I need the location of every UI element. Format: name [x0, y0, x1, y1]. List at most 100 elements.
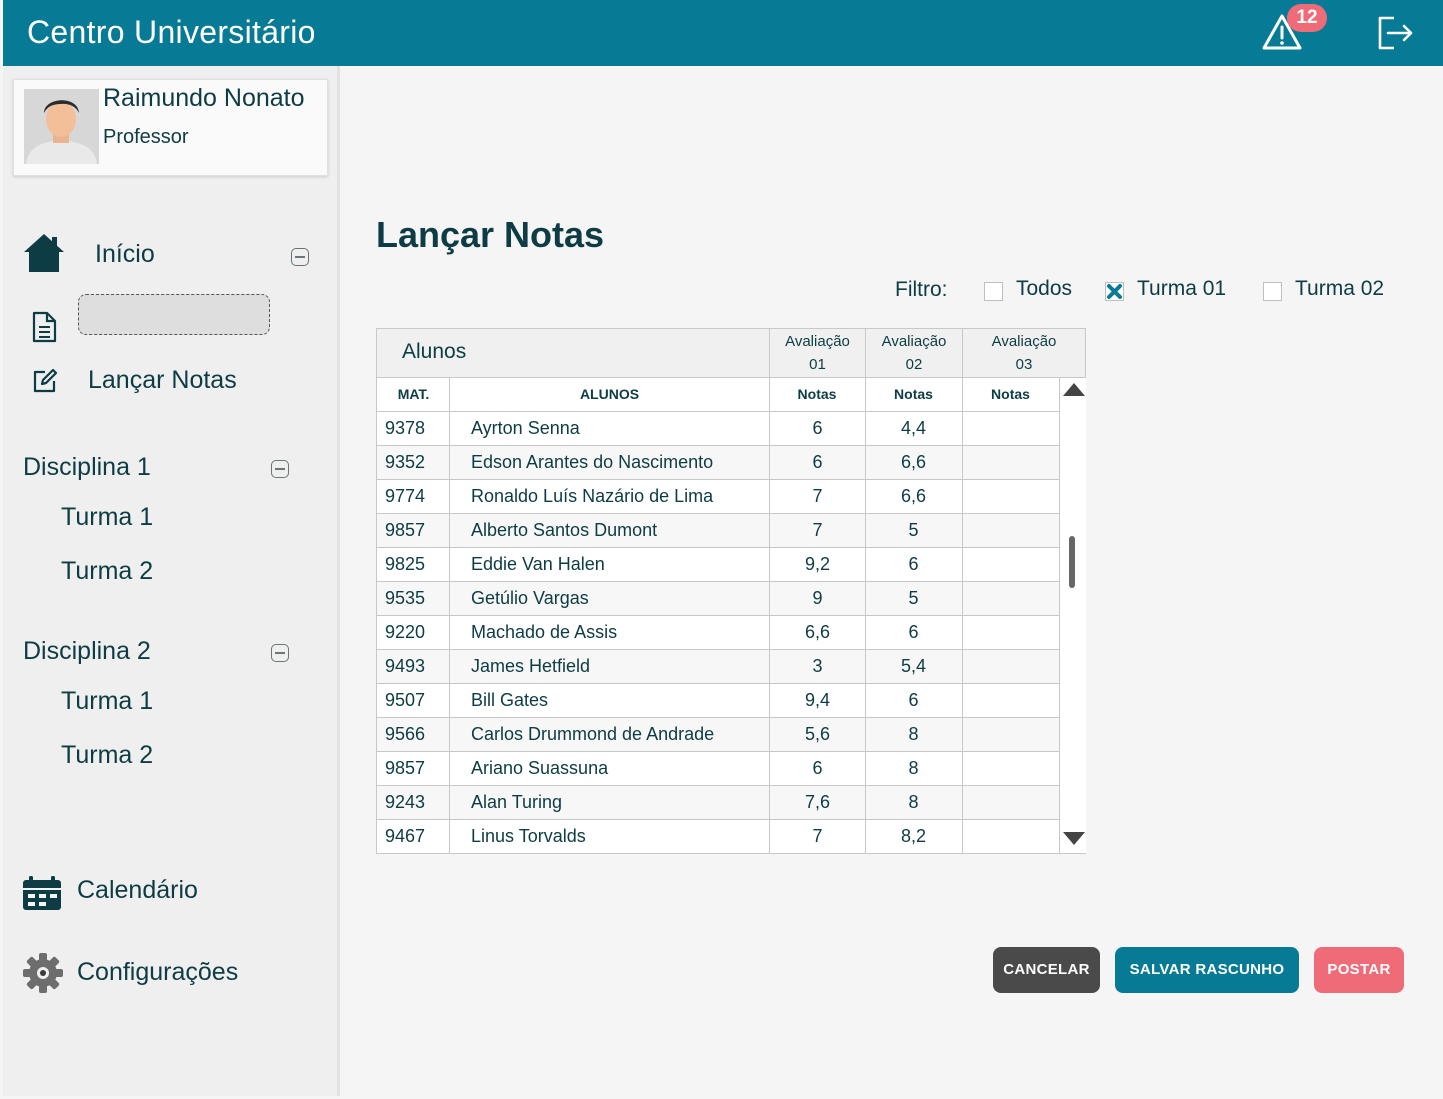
table-row: 9774 Ronaldo Luís Nazário de Lima 7 6,6 — [377, 479, 1059, 513]
cell-student-name: Ronaldo Luís Nazário de Lima — [471, 486, 714, 506]
discipline-2-collapse-button[interactable] — [271, 644, 289, 662]
cell-grade-2[interactable]: 5 — [865, 514, 962, 547]
notification-badge[interactable]: 12 — [1287, 4, 1327, 32]
cell-grade-3[interactable] — [962, 412, 1059, 445]
column-divider — [769, 378, 770, 853]
sidebar-item-post-grades-label: Lançar Notas — [88, 366, 237, 394]
evaluation-3-header: Avaliação 03 — [962, 329, 1085, 377]
cell-student-name: Alan Turing — [471, 792, 563, 812]
cell-grade-1[interactable]: 6 — [770, 412, 865, 445]
sidebar-item-calendar[interactable]: Calendário — [22, 874, 262, 914]
filter-todos-label[interactable]: Todos — [1016, 277, 1072, 301]
cell-grade-3[interactable] — [962, 718, 1059, 751]
filter-label: Filtro: — [895, 278, 948, 301]
filter-turma-01-label[interactable]: Turma 01 — [1137, 277, 1226, 301]
column-header-notas-2: Notas — [894, 386, 933, 402]
sidebar-item-discipline-2-class-1[interactable]: Turma 1 — [61, 687, 153, 716]
cell-grade-3[interactable] — [962, 548, 1059, 581]
app-title: Centro Universitário — [27, 14, 316, 50]
cell-grade-3[interactable] — [962, 446, 1059, 479]
cell-grade-3[interactable] — [962, 650, 1059, 683]
cell-grade-1[interactable]: 6 — [770, 446, 865, 479]
column-divider — [962, 378, 963, 853]
cell-grade-3[interactable] — [962, 480, 1059, 513]
cell-grade-1[interactable]: 7,6 — [770, 786, 865, 819]
cell-grade-3[interactable] — [962, 684, 1059, 717]
cell-grade-3[interactable] — [962, 514, 1059, 547]
sidebar-item-discipline-1-class-1[interactable]: Turma 1 — [61, 503, 153, 532]
filter-todos-checkbox[interactable] — [984, 282, 1003, 301]
cell-grade-3[interactable] — [962, 752, 1059, 785]
cell-grade-2[interactable]: 6 — [865, 548, 962, 581]
cell-grade-2[interactable]: 6,6 — [865, 480, 962, 513]
cell-grade-1[interactable]: 5,6 — [770, 718, 865, 751]
cell-grade-2[interactable]: 6 — [865, 616, 962, 649]
table-row: 9857 Alberto Santos Dumont 7 5 — [377, 513, 1059, 547]
cell-grade-2[interactable]: 5,4 — [865, 650, 962, 683]
cancel-button[interactable]: CANCELAR — [993, 947, 1100, 993]
cell-student-name: Alberto Santos Dumont — [471, 520, 658, 540]
table-row: 9243 Alan Turing 7,6 8 — [377, 785, 1059, 819]
cell-mat: 9566 — [385, 724, 426, 744]
home-collapse-button[interactable] — [291, 248, 309, 266]
table-row: 9535 Getúlio Vargas 9 5 — [377, 581, 1059, 615]
cell-grade-1[interactable]: 9,4 — [770, 684, 865, 717]
cell-mat: 9352 — [385, 452, 426, 472]
cell-grade-2[interactable]: 8 — [865, 718, 962, 751]
scroll-down-arrow-icon[interactable] — [1063, 832, 1085, 845]
cell-grade-1[interactable]: 7 — [770, 480, 865, 513]
post-button[interactable]: POSTAR — [1314, 947, 1404, 993]
filter-turma-02-label[interactable]: Turma 02 — [1295, 277, 1384, 301]
checkmark-x-icon — [1107, 284, 1122, 299]
cell-grade-3[interactable] — [962, 786, 1059, 819]
sidebar-item-settings[interactable]: Configurações — [22, 952, 282, 996]
cell-grade-2[interactable]: 8 — [865, 786, 962, 819]
sidebar-item-post-grades[interactable] — [78, 294, 270, 335]
cell-grade-2[interactable]: 4,4 — [865, 412, 962, 445]
cell-student-name: James Hetfield — [471, 656, 591, 676]
cell-grade-3[interactable] — [962, 820, 1059, 853]
cell-grade-3[interactable] — [962, 616, 1059, 649]
table-column-header: MAT. ALUNOS Notas Notas Notas — [377, 378, 1059, 411]
edit-icon — [33, 368, 58, 393]
sidebar-item-discipline-2[interactable]: Disciplina 2 — [23, 637, 151, 666]
cell-grade-1[interactable]: 3 — [770, 650, 865, 683]
sidebar-item-discipline-1[interactable]: Disciplina 1 — [23, 453, 151, 482]
sidebar-item-discipline-2-class-2[interactable]: Turma 2 — [61, 741, 153, 770]
cell-grade-1[interactable]: 9,2 — [770, 548, 865, 581]
cell-mat: 9467 — [385, 826, 426, 846]
cell-grade-2[interactable]: 6 — [865, 684, 962, 717]
table-row: 9220 Machado de Assis 6,6 6 — [377, 615, 1059, 649]
table-body: 9378 Ayrton Senna 6 4,4 9352 Edson Arantes do… — [377, 411, 1059, 853]
table-group-header: Alunos Avaliação 01 Avaliação 02 Avaliaç… — [377, 329, 1085, 378]
filter-turma-02-checkbox[interactable] — [1263, 282, 1282, 301]
scroll-up-arrow-icon[interactable] — [1063, 383, 1085, 396]
evaluation-2-header: Avaliação 02 — [865, 329, 962, 377]
filter-turma-01-checkbox[interactable] — [1105, 282, 1124, 301]
table-row: 9352 Edson Arantes do Nascimento 6 6,6 — [377, 445, 1059, 479]
sidebar-item-home-label: Início — [95, 240, 155, 268]
cell-grade-2[interactable]: 5 — [865, 582, 962, 615]
save-draft-button[interactable]: SALVAR RASCUNHO — [1115, 947, 1299, 993]
sidebar-item-discipline-1-class-2[interactable]: Turma 2 — [61, 557, 153, 586]
sidebar-item-home[interactable]: Início — [22, 232, 282, 276]
cell-grade-3[interactable] — [962, 582, 1059, 615]
logout-button[interactable] — [1374, 14, 1414, 52]
table-scrollbar[interactable] — [1059, 378, 1086, 853]
cell-grade-1[interactable]: 7 — [770, 514, 865, 547]
discipline-1-collapse-button[interactable] — [271, 460, 289, 478]
cell-grade-2[interactable]: 8 — [865, 752, 962, 785]
table-row: 9493 James Hetfield 3 5,4 — [377, 649, 1059, 683]
cell-grade-1[interactable]: 7 — [770, 820, 865, 853]
page-title: Lançar Notas — [376, 214, 605, 255]
cell-grade-2[interactable]: 8,2 — [865, 820, 962, 853]
cell-grade-1[interactable]: 9 — [770, 582, 865, 615]
table-row: 9467 Linus Torvalds 7 8,2 — [377, 819, 1059, 853]
user-name: Raimundo Nonato — [103, 84, 305, 112]
cell-grade-1[interactable]: 6 — [770, 752, 865, 785]
scrollbar-thumb[interactable] — [1069, 536, 1075, 588]
cell-grade-1[interactable]: 6,6 — [770, 616, 865, 649]
cell-grade-2[interactable]: 6,6 — [865, 446, 962, 479]
table-row: 9857 Ariano Suassuna 6 8 — [377, 751, 1059, 785]
cell-mat: 9220 — [385, 622, 426, 642]
